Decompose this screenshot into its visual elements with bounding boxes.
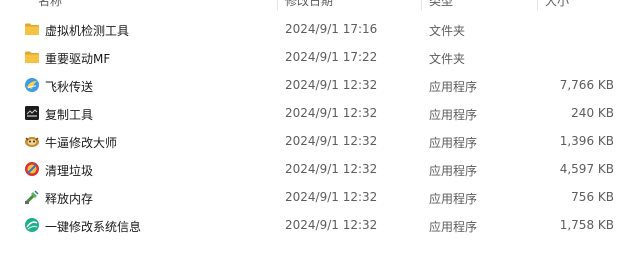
file-date: 2024/9/1 12:32: [285, 106, 378, 120]
file-row[interactable]: 一键修改系统信息 2024/9/1 12:32 应用程序 1,758 KB: [0, 211, 622, 239]
file-type: 文件夹: [429, 24, 466, 38]
column-header-name[interactable]: 名称: [38, 0, 62, 9]
file-date: 2024/9/1 12:32: [285, 134, 378, 148]
file-type: 应用程序: [429, 220, 478, 234]
cleanup-app-icon: [24, 161, 40, 177]
file-type: 应用程序: [429, 136, 478, 150]
file-row[interactable]: 牛逼修改大师 2024/9/1 12:32 应用程序 1,396 KB: [0, 127, 622, 155]
file-name: 重要驱动MF: [45, 52, 111, 66]
file-row[interactable]: 复制工具 2024/9/1 12:32 应用程序 240 KB: [0, 99, 622, 127]
column-divider[interactable]: [421, 0, 422, 10]
column-divider[interactable]: [277, 0, 278, 10]
modify-master-app-icon: [24, 133, 40, 149]
column-header-size[interactable]: 大小: [545, 0, 569, 9]
file-row[interactable]: 清理垃圾 2024/9/1 12:32 应用程序 4,597 KB: [0, 155, 622, 183]
file-type: 应用程序: [429, 164, 478, 178]
file-date: 2024/9/1 17:16: [285, 22, 378, 36]
column-header: 名称 修改日期 类型 大小: [0, 0, 622, 8]
file-type: 应用程序: [429, 108, 478, 122]
file-size: 756 KB: [571, 190, 614, 204]
column-divider[interactable]: [537, 0, 538, 10]
file-size: 240 KB: [571, 106, 614, 120]
file-size: 7,766 KB: [559, 78, 614, 92]
file-size: 4,597 KB: [559, 162, 614, 176]
file-name: 飞秋传送: [45, 80, 94, 94]
file-type: 文件夹: [429, 52, 466, 66]
file-name: 清理垃圾: [45, 164, 94, 178]
file-date: 2024/9/1 12:32: [285, 162, 378, 176]
column-header-type[interactable]: 类型: [429, 0, 453, 9]
file-name: 复制工具: [45, 108, 94, 122]
file-size: 1,758 KB: [559, 218, 614, 232]
file-type: 应用程序: [429, 192, 478, 206]
file-row[interactable]: 释放内存 2024/9/1 12:32 应用程序 756 KB: [0, 183, 622, 211]
file-name: 释放内存: [45, 192, 94, 206]
folder-icon: [24, 49, 40, 65]
file-row[interactable]: 飞秋传送 2024/9/1 12:32 应用程序 7,766 KB: [0, 71, 622, 99]
file-date: 2024/9/1 12:32: [285, 78, 378, 92]
feiqiu-app-icon: [24, 77, 40, 93]
column-header-date[interactable]: 修改日期: [285, 0, 333, 9]
file-type: 应用程序: [429, 80, 478, 94]
memory-release-app-icon: [24, 189, 40, 205]
copy-tool-app-icon: [24, 105, 40, 121]
file-row[interactable]: 虚拟机检测工具 2024/9/1 17:16 文件夹: [0, 15, 622, 43]
file-date: 2024/9/1 12:32: [285, 218, 378, 232]
file-row[interactable]: 重要驱动MF 2024/9/1 17:22 文件夹: [0, 43, 622, 71]
file-date: 2024/9/1 17:22: [285, 50, 378, 64]
file-name: 牛逼修改大师: [45, 136, 118, 150]
file-size: 1,396 KB: [559, 134, 614, 148]
file-name: 虚拟机检测工具: [45, 24, 130, 38]
file-date: 2024/9/1 12:32: [285, 190, 378, 204]
file-name: 一键修改系统信息: [45, 220, 142, 234]
system-info-app-icon: [24, 217, 40, 233]
folder-icon: [24, 21, 40, 37]
